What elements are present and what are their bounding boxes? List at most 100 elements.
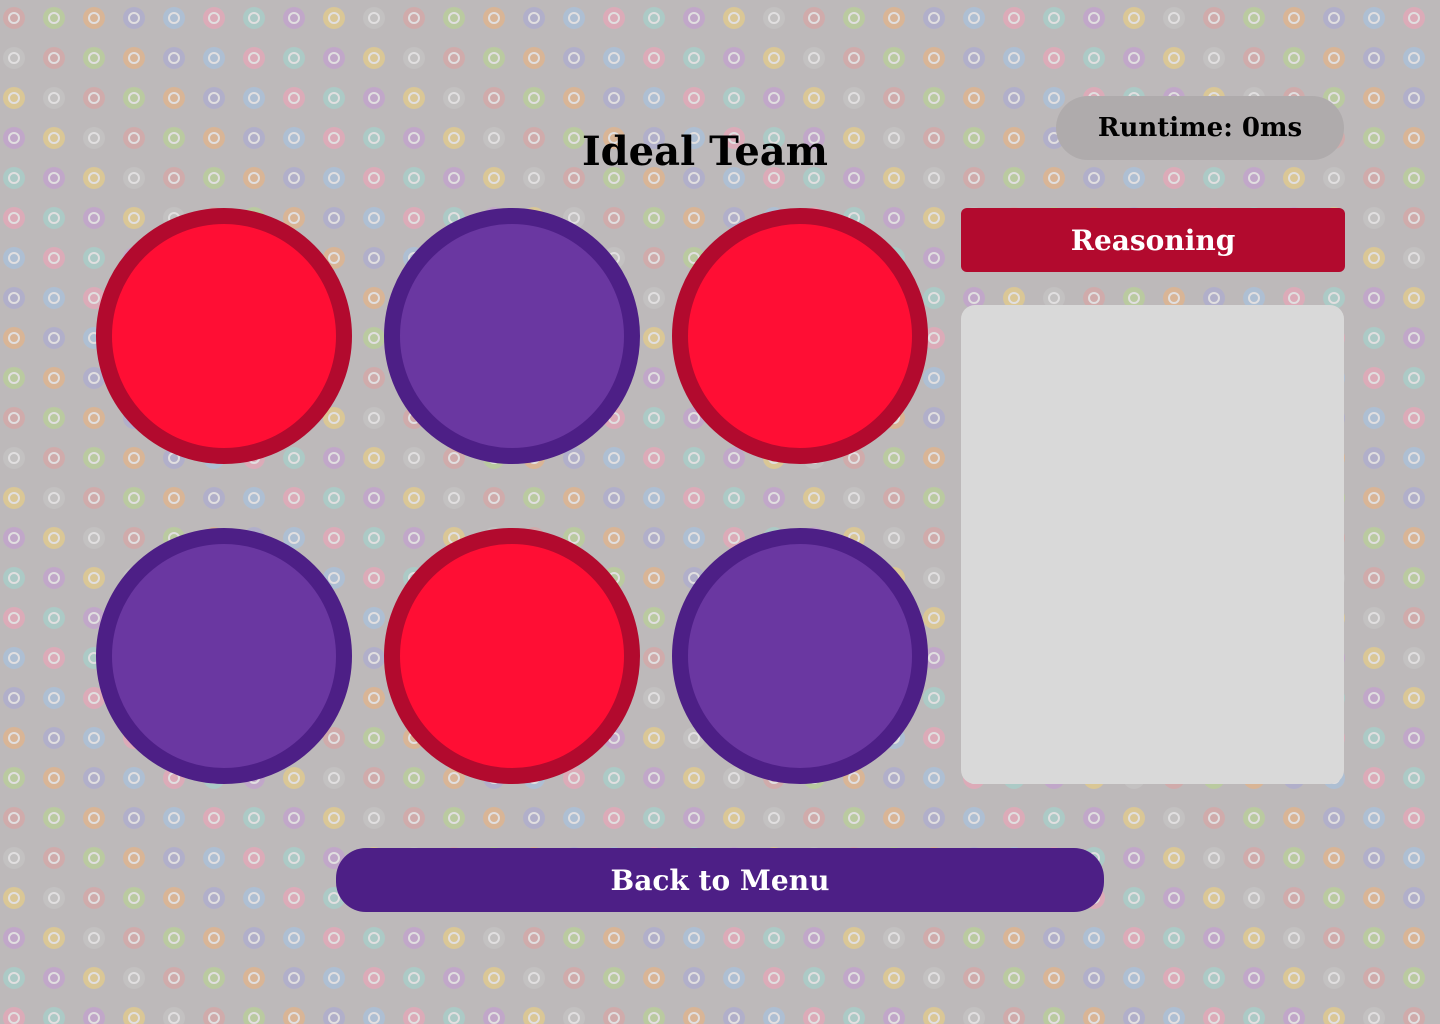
type-icon bbox=[1403, 487, 1425, 509]
type-icon bbox=[1363, 87, 1385, 109]
type-icon bbox=[363, 767, 385, 789]
type-icon bbox=[1363, 7, 1385, 29]
type-icon bbox=[643, 1007, 665, 1024]
type-icon bbox=[203, 47, 225, 69]
type-icon bbox=[963, 47, 985, 69]
team-slot[interactable] bbox=[672, 208, 928, 464]
type-icon bbox=[643, 927, 665, 949]
type-icon bbox=[923, 767, 945, 789]
type-icon bbox=[443, 967, 465, 989]
type-icon bbox=[523, 1007, 545, 1024]
type-icon bbox=[1003, 967, 1025, 989]
type-icon bbox=[363, 527, 385, 549]
type-icon bbox=[1003, 1007, 1025, 1024]
type-icon bbox=[3, 527, 25, 549]
type-icon bbox=[363, 447, 385, 469]
type-icon bbox=[203, 87, 225, 109]
type-icon bbox=[603, 47, 625, 69]
type-icon bbox=[323, 47, 345, 69]
type-icon bbox=[1003, 47, 1025, 69]
type-icon bbox=[923, 367, 945, 389]
type-icon bbox=[1363, 847, 1385, 869]
type-icon bbox=[403, 767, 425, 789]
type-icon bbox=[323, 487, 345, 509]
type-icon bbox=[83, 767, 105, 789]
type-icon bbox=[83, 447, 105, 469]
type-icon bbox=[523, 967, 545, 989]
type-icon bbox=[1163, 927, 1185, 949]
type-icon bbox=[763, 807, 785, 829]
type-icon bbox=[403, 807, 425, 829]
type-icon bbox=[283, 47, 305, 69]
team-slot[interactable] bbox=[384, 528, 640, 784]
type-icon bbox=[1043, 167, 1065, 189]
type-icon bbox=[523, 487, 545, 509]
type-icon bbox=[1003, 167, 1025, 189]
type-icon bbox=[1363, 567, 1385, 589]
type-icon bbox=[3, 767, 25, 789]
type-icon bbox=[123, 167, 145, 189]
team-slot[interactable] bbox=[96, 528, 352, 784]
type-icon bbox=[1363, 527, 1385, 549]
type-icon bbox=[1283, 927, 1305, 949]
type-icon bbox=[643, 487, 665, 509]
type-icon bbox=[3, 1007, 25, 1024]
type-icon bbox=[1403, 127, 1425, 149]
type-icon bbox=[43, 647, 65, 669]
team-slot[interactable] bbox=[96, 208, 352, 464]
type-icon bbox=[43, 447, 65, 469]
type-icon bbox=[1363, 687, 1385, 709]
type-icon bbox=[443, 927, 465, 949]
type-icon bbox=[563, 47, 585, 69]
type-icon bbox=[243, 927, 265, 949]
type-icon bbox=[963, 127, 985, 149]
type-icon bbox=[363, 327, 385, 349]
type-icon bbox=[1403, 207, 1425, 229]
type-icon bbox=[123, 1007, 145, 1024]
back-to-menu-button[interactable]: Back to Menu bbox=[336, 848, 1104, 912]
type-icon bbox=[843, 927, 865, 949]
type-icon bbox=[363, 127, 385, 149]
type-icon bbox=[43, 87, 65, 109]
type-icon bbox=[403, 47, 425, 69]
type-icon bbox=[643, 647, 665, 669]
type-icon bbox=[43, 887, 65, 909]
type-icon bbox=[243, 847, 265, 869]
type-icon bbox=[1043, 807, 1065, 829]
type-icon bbox=[1203, 167, 1225, 189]
type-icon bbox=[43, 847, 65, 869]
type-icon bbox=[43, 527, 65, 549]
type-icon bbox=[163, 967, 185, 989]
type-icon bbox=[1403, 887, 1425, 909]
type-icon bbox=[3, 967, 25, 989]
type-icon bbox=[643, 367, 665, 389]
type-icon bbox=[843, 1007, 865, 1024]
type-icon bbox=[203, 167, 225, 189]
type-icon bbox=[323, 87, 345, 109]
type-icon bbox=[83, 87, 105, 109]
type-icon bbox=[283, 887, 305, 909]
type-icon bbox=[363, 7, 385, 29]
type-icon bbox=[563, 487, 585, 509]
type-icon bbox=[163, 1007, 185, 1024]
type-icon bbox=[1323, 47, 1345, 69]
type-icon bbox=[1363, 967, 1385, 989]
type-icon bbox=[83, 487, 105, 509]
type-icon bbox=[643, 287, 665, 309]
team-slot[interactable] bbox=[384, 208, 640, 464]
type-icon bbox=[363, 487, 385, 509]
type-icon bbox=[563, 7, 585, 29]
team-slot[interactable] bbox=[672, 528, 928, 784]
type-icon bbox=[323, 167, 345, 189]
type-icon bbox=[643, 207, 665, 229]
type-icon bbox=[883, 207, 905, 229]
type-icon bbox=[123, 487, 145, 509]
type-icon bbox=[803, 7, 825, 29]
type-icon bbox=[43, 567, 65, 589]
type-icon bbox=[1243, 927, 1265, 949]
type-icon bbox=[1403, 927, 1425, 949]
type-icon bbox=[123, 447, 145, 469]
type-icon bbox=[1403, 327, 1425, 349]
type-icon bbox=[1363, 647, 1385, 669]
type-icon bbox=[963, 1007, 985, 1024]
